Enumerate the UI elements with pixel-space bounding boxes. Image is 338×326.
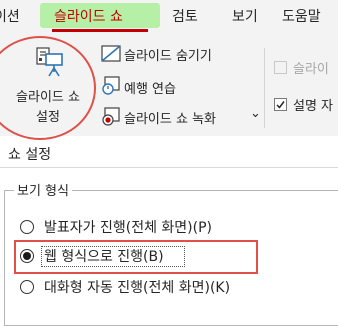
radio-label: 대화형 자동 진행(전체 화면)(K) [44, 280, 231, 296]
ribbon-group-divider [264, 48, 265, 128]
hide-slide-button[interactable]: 슬라이드 숨기기 [124, 45, 212, 64]
checkbox-disabled-label: 슬라이 [293, 62, 329, 77]
radio-label: 발표자가 진행(전체 화면)(P) [44, 220, 212, 236]
tab-review[interactable]: 검토 [172, 6, 198, 26]
ribbon-tab-bar: 이션 슬라이드 쇼 검토 보기 도움말 [0, 0, 338, 34]
ribbon: 이션 슬라이드 쇼 검토 보기 도움말 슬라이드 쇼 설정 슬라이드 숨기기 예… [0, 0, 338, 140]
tab-slide-show-label: 슬라이드 쇼 [54, 9, 123, 25]
hide-slide-icon [101, 45, 121, 62]
dialog-title-separator [0, 167, 338, 168]
checkbox-narration[interactable] [274, 98, 287, 111]
tab-view[interactable]: 보기 [232, 6, 258, 26]
annotation-highlight-box [14, 240, 258, 274]
record-dropdown-chevron-icon[interactable]: ⌄ [250, 106, 261, 121]
show-type-group-title: 보기 형식 [14, 180, 72, 199]
checkbox-disabled[interactable] [274, 61, 287, 74]
checkbox-narration-label: 설명 자 [293, 99, 334, 114]
record-slide-show-button[interactable]: 슬라이드 쇼 녹화 [124, 108, 216, 127]
tab-help[interactable]: 도움말 [282, 6, 321, 26]
radio-button[interactable] [20, 280, 34, 294]
tab-slide-show[interactable]: 슬라이드 쇼 [40, 3, 160, 28]
tab-animations[interactable]: 이션 [0, 6, 20, 26]
record-slide-show-icon [102, 107, 120, 126]
rehearse-timings-icon [102, 76, 120, 95]
radio-button[interactable] [20, 220, 34, 234]
rehearse-timings-button[interactable]: 예행 연습 [124, 78, 176, 97]
active-tab-underline [52, 29, 148, 32]
checkmark-icon [276, 101, 285, 109]
dialog-title: 쇼 설정 [8, 147, 52, 163]
